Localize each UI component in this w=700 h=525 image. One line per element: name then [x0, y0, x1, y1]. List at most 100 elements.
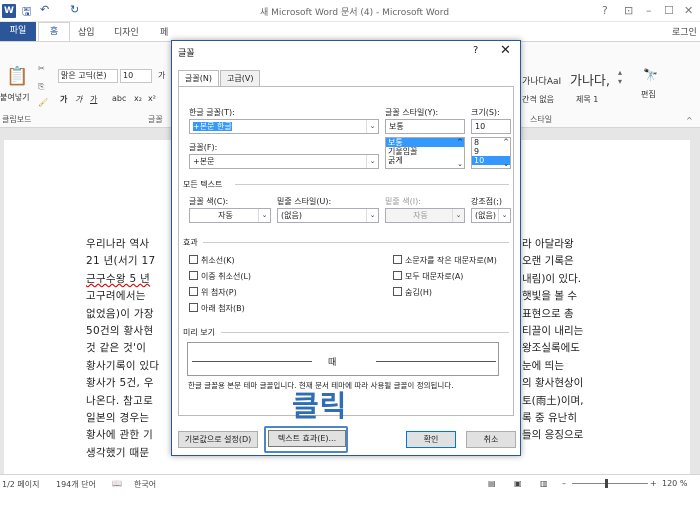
word-count[interactable]: 194개 단어 [56, 479, 96, 490]
list-item[interactable]: 굵게 [386, 156, 464, 165]
font-size-list[interactable]: 8 9 10 ^ ⌄ [471, 137, 511, 169]
font-color-combo[interactable]: 자동 ⌄ [189, 208, 271, 223]
page-count[interactable]: 1/2 페이지 [2, 479, 40, 490]
hidden-checkbox[interactable]: 숨김(H) [393, 287, 432, 298]
style-scroll-icon[interactable]: ▴ ▾ [618, 68, 622, 86]
hangul-font-combo[interactable]: +본문 한글 ⌄ [189, 119, 379, 134]
zoom-slider[interactable] [572, 483, 648, 484]
scroll-up-icon[interactable]: ^ [503, 138, 509, 146]
checkbox-label: 모두 대문자로(A) [405, 272, 464, 281]
checkbox-label: 취소선(K) [201, 256, 235, 265]
font-style-input[interactable]: 보통 [385, 119, 465, 134]
web-layout-icon[interactable]: ▥ [540, 479, 548, 488]
body-line-right: 라 아달라왕 [522, 238, 574, 250]
all-caps-checkbox[interactable]: 모두 대문자로(A) [393, 271, 463, 282]
language[interactable]: 한국어 [134, 479, 156, 490]
scroll-down-icon[interactable]: ⌄ [457, 160, 463, 168]
ok-button[interactable]: 확인 [406, 431, 456, 448]
preview-baseline [192, 361, 312, 362]
list-item[interactable]: 9 [472, 147, 510, 156]
set-default-button[interactable]: 기본값으로 설정(D) [178, 431, 258, 448]
redo-icon[interactable]: ↻ [70, 3, 79, 16]
list-item[interactable]: 보통 [386, 138, 464, 147]
checkbox-box[interactable] [393, 271, 402, 280]
subscript-icon[interactable]: x₂ [134, 94, 142, 103]
body-line-right: 햇빛을 볼 수 [522, 290, 577, 303]
font-style-list[interactable]: 보통 기울임꼴 굵게 ^ ⌄ [385, 137, 465, 169]
underline-icon[interactable]: 가 [90, 94, 97, 105]
hangul-font-value: +본문 한글 [193, 122, 232, 131]
list-item[interactable]: 기울임꼴 [386, 147, 464, 156]
tab-advanced[interactable]: 고급(V) [220, 70, 261, 86]
checkbox-box[interactable] [393, 287, 402, 296]
tab-design[interactable]: 디자인 [114, 25, 139, 38]
font-value: +본문 [193, 157, 215, 166]
subscript-checkbox[interactable]: 아래 첨자(B) [189, 303, 245, 314]
ribbon-display-icon[interactable]: ⊡ [624, 4, 633, 17]
below-window-area [0, 491, 700, 525]
copy-icon[interactable]: ⎘ [38, 82, 44, 92]
zoom-level[interactable]: 120 % [662, 479, 687, 488]
body-line-right: 록 중 유난히 [522, 412, 577, 425]
superscript-icon[interactable]: x² [148, 94, 156, 103]
double-strikethrough-checkbox[interactable]: 이중 취소선(L) [189, 271, 251, 282]
scroll-up-icon[interactable]: ^ [457, 138, 463, 146]
hangul-font-label: 한글 글꼴(T): [189, 108, 235, 117]
emphasis-combo[interactable]: (없음) ⌄ [471, 208, 511, 223]
binoculars-icon[interactable]: 🔭 [643, 68, 658, 82]
underline-color-combo[interactable]: 자동 ⌄ [385, 208, 465, 223]
bold-icon[interactable]: 가 [60, 94, 67, 105]
zoom-out-icon[interactable]: – [562, 479, 566, 488]
tab-layout[interactable]: 페 [160, 25, 168, 38]
body-line-right: 표현으로 총 [522, 307, 574, 320]
undo-icon[interactable]: ↶ [40, 3, 49, 16]
font-name-box[interactable]: 맑은 고딕(본) [58, 69, 118, 83]
close-window-icon[interactable]: ✕ [684, 4, 693, 17]
font-combo[interactable]: +본문 ⌄ [189, 154, 379, 169]
cancel-button[interactable]: 취소 [466, 431, 516, 448]
dialog-title: 글꼴 [178, 49, 195, 59]
strikethrough-icon[interactable]: abc [112, 94, 126, 103]
grow-font-icon[interactable]: 가 [158, 70, 165, 81]
login-link[interactable]: 로그인 [672, 25, 697, 38]
dialog-close-button[interactable]: ✕ [500, 43, 511, 58]
italic-icon[interactable]: 가 [75, 94, 82, 105]
checkbox-box[interactable] [189, 255, 198, 264]
proofing-icon[interactable]: 📖 [112, 479, 122, 488]
style-preview-no-spacing[interactable]: 가나다AaI [522, 74, 561, 87]
maximize-icon[interactable]: ☐ [664, 4, 674, 17]
cut-icon[interactable]: ✂ [38, 64, 45, 73]
checkbox-box[interactable] [189, 287, 198, 296]
tab-font[interactable]: 글꼴(N) [178, 70, 219, 87]
collapse-ribbon-icon[interactable]: ^ [686, 116, 693, 125]
tab-insert[interactable]: 삽입 [78, 25, 95, 38]
small-caps-checkbox[interactable]: 소문자를 작은 대문자로(M) [393, 255, 497, 266]
print-layout-icon[interactable]: ▣ [514, 479, 522, 488]
format-painter-icon[interactable]: 🖌 [38, 98, 48, 107]
save-icon[interactable]: 🖫 [22, 3, 31, 22]
minimize-icon[interactable]: – [646, 4, 652, 17]
checkbox-box[interactable] [189, 303, 198, 312]
font-size-box[interactable]: 10 [120, 69, 152, 83]
underline-style-combo[interactable]: (없음) ⌄ [277, 208, 379, 223]
zoom-slider-thumb[interactable] [605, 479, 608, 488]
read-mode-icon[interactable]: ▤ [488, 479, 496, 488]
paste-button-label[interactable]: 붙여넣기 [0, 92, 29, 103]
click-annotation: 클릭 [292, 389, 348, 423]
tab-file[interactable]: 파일 [0, 22, 36, 41]
paste-icon[interactable]: 📋 [6, 66, 28, 87]
checkbox-box[interactable] [393, 255, 402, 264]
zoom-in-icon[interactable]: + [650, 479, 657, 488]
edit-button-label[interactable]: 편집 [641, 89, 656, 100]
help-button[interactable]: ? [602, 4, 608, 17]
window-title: 새 Microsoft Word 문서 (4) - Microsoft Word [260, 8, 450, 18]
checkbox-box[interactable] [189, 271, 198, 280]
style-preview-heading1[interactable]: 가나다, [570, 70, 610, 89]
dialog-help-button[interactable]: ? [473, 45, 478, 56]
tab-home[interactable]: 홈 [38, 22, 70, 41]
scroll-down-icon[interactable]: ⌄ [503, 160, 509, 168]
font-size-input[interactable]: 10 [471, 119, 511, 134]
body-line-right: 토(雨土)이며, [522, 394, 584, 407]
strikethrough-checkbox[interactable]: 취소선(K) [189, 255, 235, 266]
superscript-checkbox[interactable]: 위 첨자(P) [189, 287, 237, 298]
